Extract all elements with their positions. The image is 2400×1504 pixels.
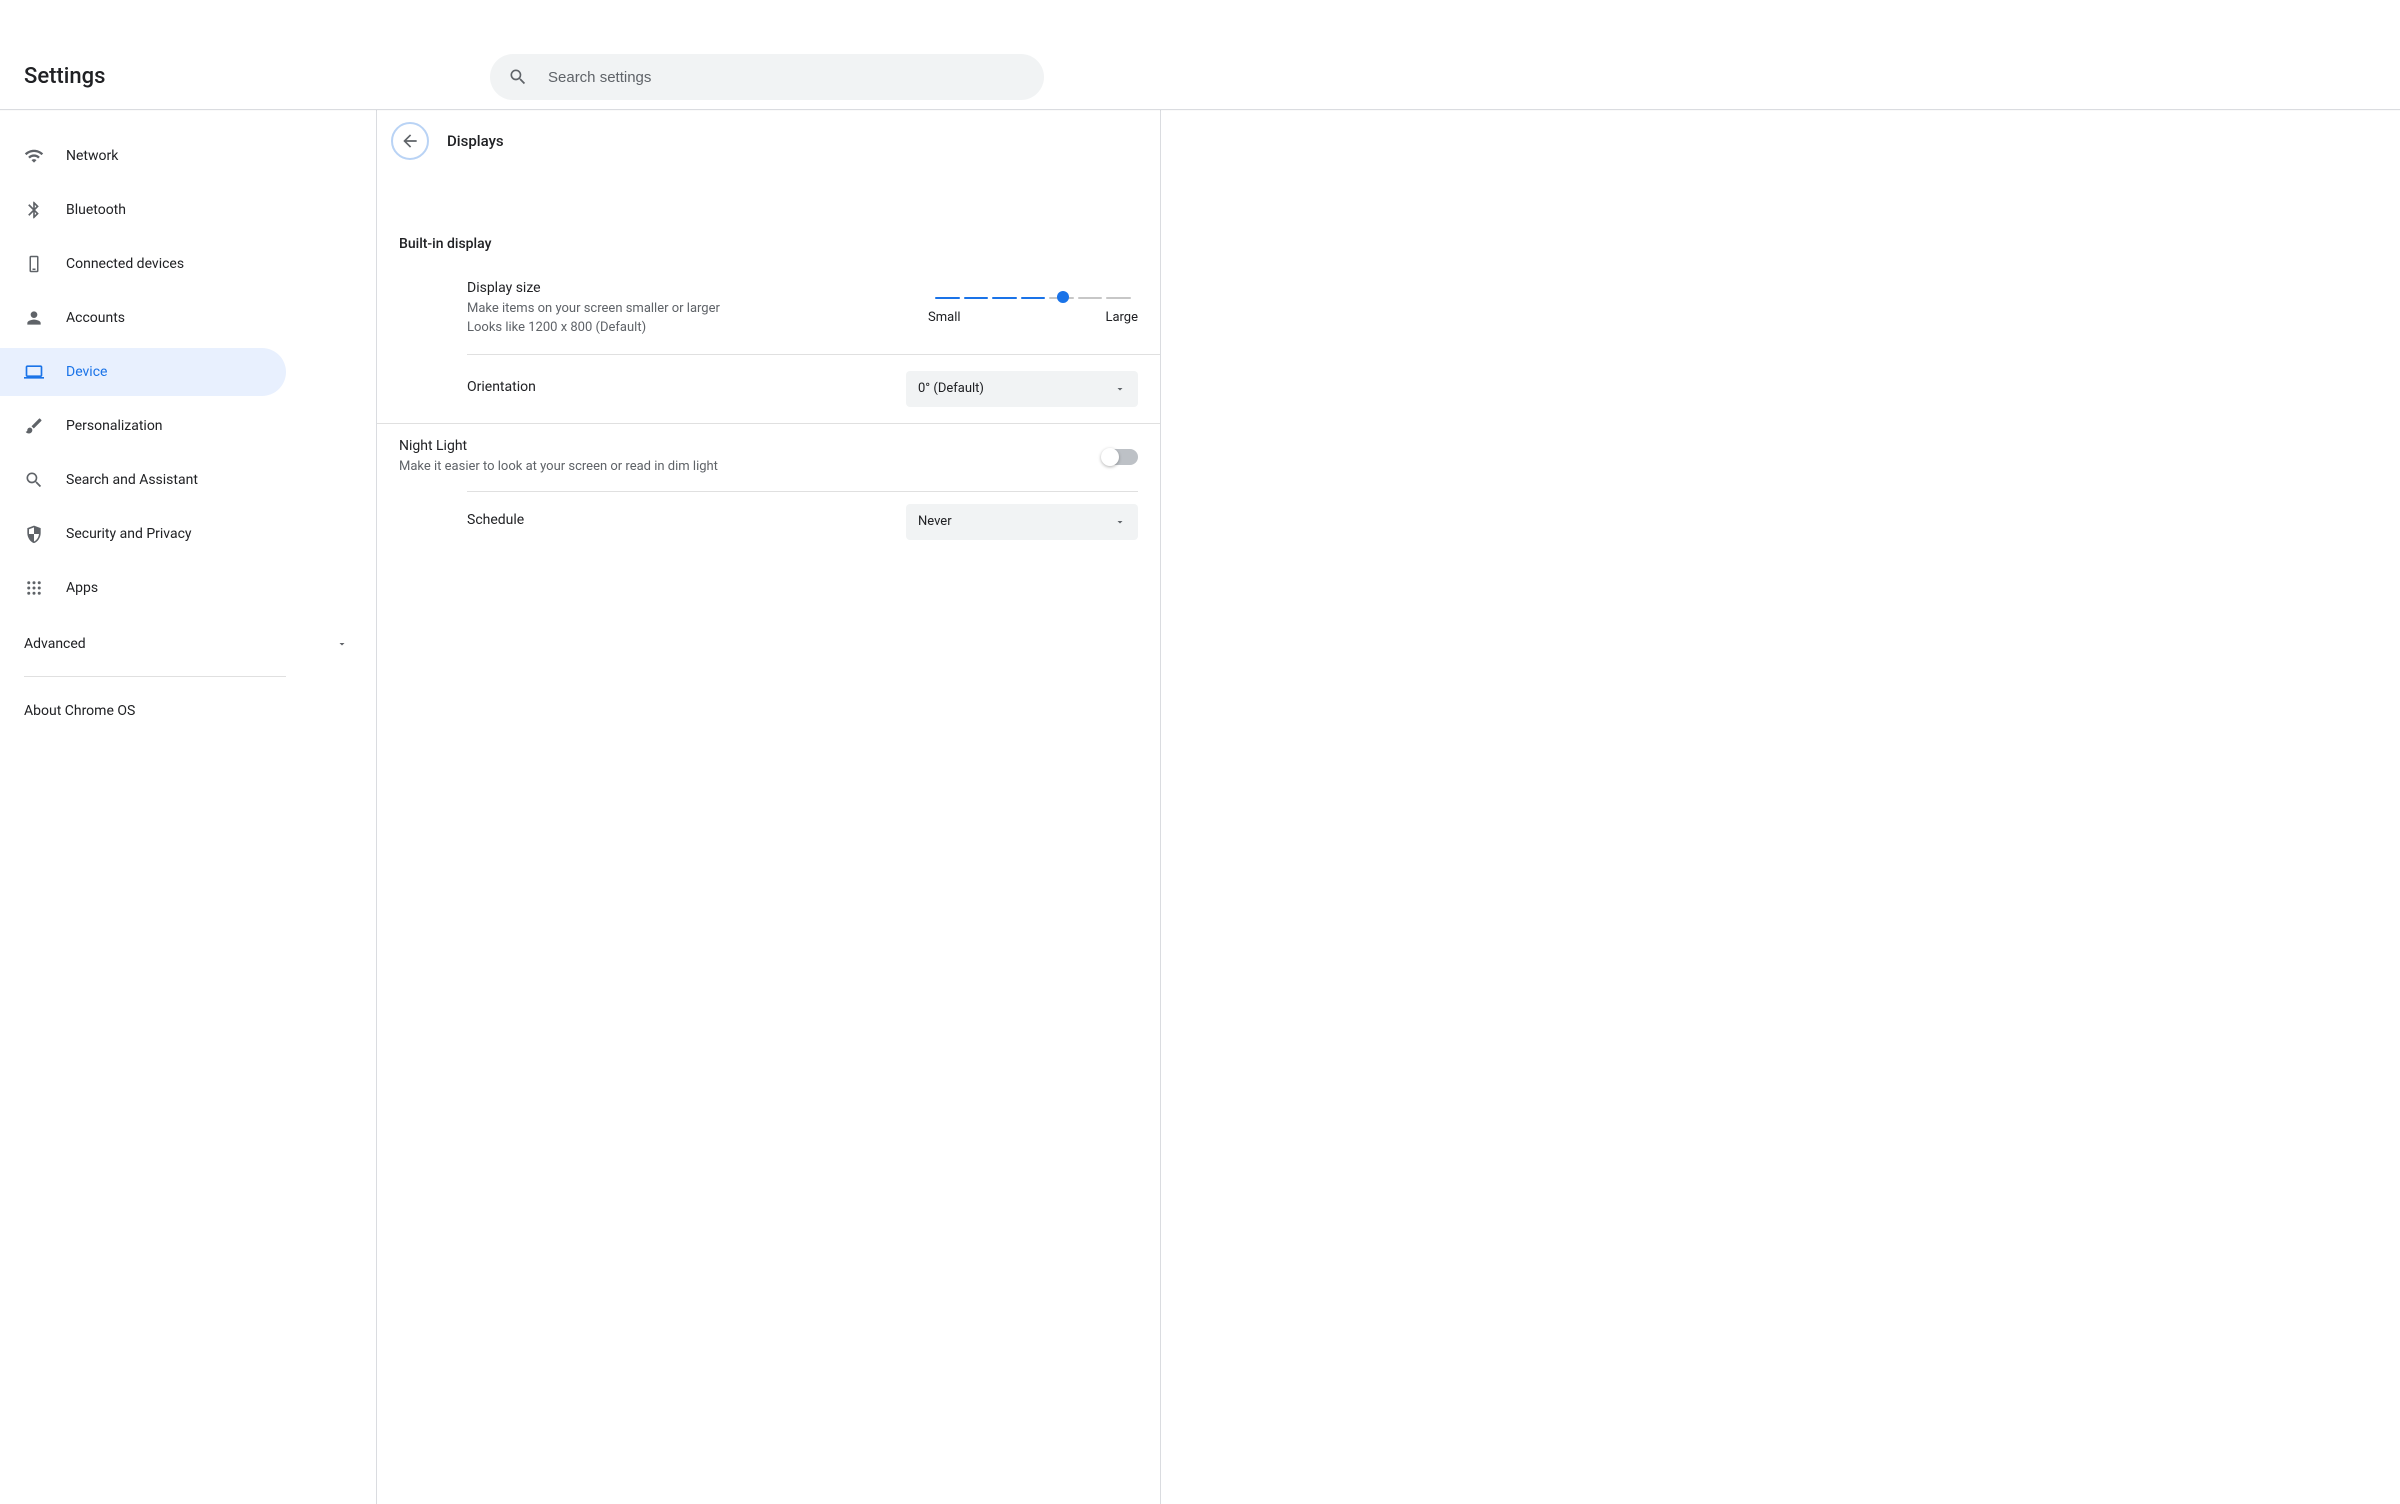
- sidebar-item-search-assistant[interactable]: Search and Assistant: [0, 456, 376, 504]
- sidebar-item-label: Accounts: [66, 310, 125, 326]
- sidebar-item-label: Connected devices: [66, 256, 184, 272]
- night-light-toggle[interactable]: [1102, 449, 1138, 465]
- arrow-back-icon: [400, 131, 420, 151]
- shield-icon: [24, 524, 44, 544]
- sidebar-item-label: Security and Privacy: [66, 526, 192, 542]
- display-size-subtitle: Make items on your screen smaller or lar…: [467, 300, 720, 319]
- night-light-title: Night Light: [399, 438, 718, 454]
- sidebar-about[interactable]: About Chrome OS: [0, 687, 376, 735]
- toggle-knob: [1101, 448, 1119, 466]
- page-title: Displays: [447, 132, 504, 150]
- sidebar-item-label: Device: [66, 364, 107, 380]
- phone-icon: [24, 254, 44, 274]
- schedule-row: Schedule Never: [467, 491, 1138, 552]
- sidebar-item-connected-devices[interactable]: Connected devices: [0, 240, 376, 288]
- orientation-dropdown[interactable]: 0° (Default): [906, 371, 1138, 407]
- chevron-down-icon: [336, 638, 348, 650]
- bluetooth-icon: [24, 200, 44, 220]
- apps-grid-icon: [24, 578, 44, 598]
- sidebar-item-security[interactable]: Security and Privacy: [0, 510, 376, 558]
- display-size-title: Display size: [467, 280, 720, 296]
- night-light-subtitle: Make it easier to look at your screen or…: [399, 458, 718, 477]
- sidebar-item-personalization[interactable]: Personalization: [0, 402, 376, 450]
- section-title: Built-in display: [377, 172, 1160, 264]
- sidebar-item-bluetooth[interactable]: Bluetooth: [0, 186, 376, 234]
- back-button[interactable]: [391, 122, 429, 160]
- sidebar-item-device[interactable]: Device: [0, 348, 286, 396]
- schedule-title: Schedule: [467, 512, 524, 528]
- page-subheader: Displays: [377, 110, 1160, 172]
- sidebar-item-label: Network: [66, 148, 118, 164]
- sidebar-item-network[interactable]: Network: [0, 132, 376, 180]
- night-light-row: Night Light Make it easier to look at yo…: [377, 424, 1160, 491]
- search-icon: [24, 470, 44, 490]
- sidebar-item-label: Bluetooth: [66, 202, 126, 218]
- display-size-row: Display size Make items on your screen s…: [467, 264, 1160, 355]
- brush-icon: [24, 416, 44, 436]
- about-label: About Chrome OS: [24, 703, 135, 719]
- wifi-icon: [24, 146, 44, 166]
- search-input[interactable]: [548, 69, 1026, 86]
- sidebar-item-label: Personalization: [66, 418, 163, 434]
- sidebar-advanced[interactable]: Advanced: [0, 620, 376, 668]
- display-size-slider[interactable]: Small Large: [928, 296, 1138, 325]
- chevron-down-icon: [1114, 383, 1126, 395]
- person-icon: [24, 308, 44, 328]
- display-size-resolution: Looks like 1200 x 800 (Default): [467, 319, 720, 338]
- sidebar-separator: [24, 676, 286, 677]
- sidebar-item-label: Search and Assistant: [66, 472, 198, 488]
- advanced-label: Advanced: [24, 636, 86, 652]
- schedule-value: Never: [918, 514, 952, 529]
- sidebar-item-label: Apps: [66, 580, 98, 596]
- sidebar: Network Bluetooth Connected devices Acco…: [0, 110, 376, 1504]
- search-icon: [508, 67, 528, 87]
- sidebar-item-accounts[interactable]: Accounts: [0, 294, 376, 342]
- app-title: Settings: [24, 64, 105, 89]
- chevron-down-icon: [1114, 516, 1126, 528]
- slider-max-label: Large: [1105, 310, 1138, 325]
- slider-thumb[interactable]: [1057, 291, 1069, 303]
- main-content: Displays Built-in display Display size M…: [376, 110, 1161, 1504]
- orientation-value: 0° (Default): [918, 381, 984, 396]
- orientation-row: Orientation 0° (Default): [377, 355, 1160, 424]
- slider-min-label: Small: [928, 310, 961, 325]
- orientation-title: Orientation: [467, 379, 536, 395]
- app-header: Settings: [0, 0, 2400, 110]
- schedule-dropdown[interactable]: Never: [906, 504, 1138, 540]
- laptop-icon: [24, 362, 44, 382]
- search-box[interactable]: [490, 54, 1044, 100]
- sidebar-item-apps[interactable]: Apps: [0, 564, 376, 612]
